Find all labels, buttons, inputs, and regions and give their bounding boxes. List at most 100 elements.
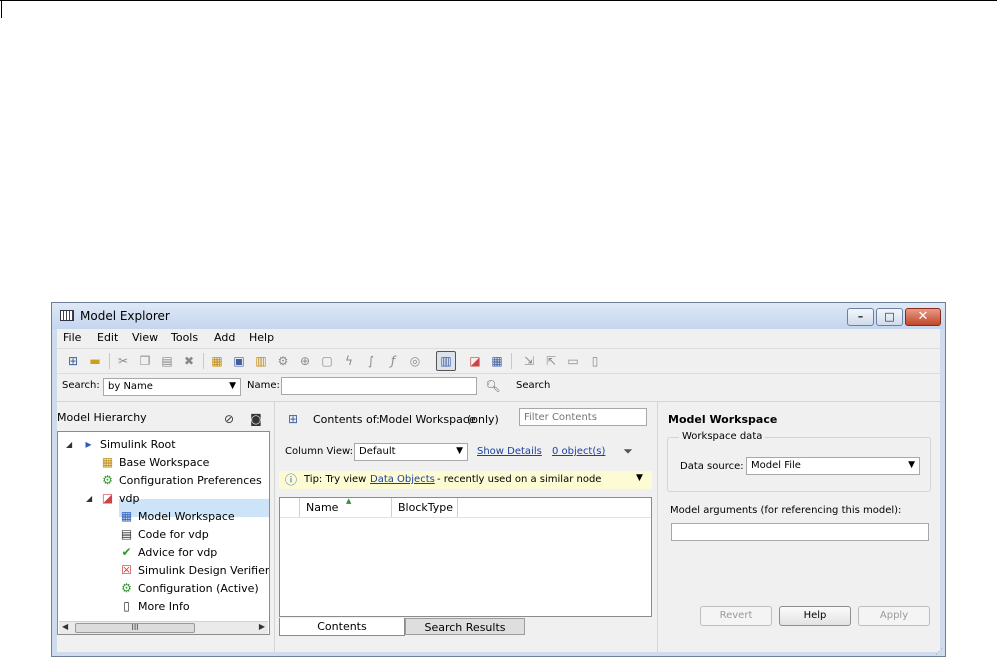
library-icon[interactable]: ▦: [489, 353, 505, 369]
search-by-value: by Name: [108, 381, 153, 392]
binary-icon[interactable]: ▢: [319, 353, 335, 369]
tip-bar: ⓘ Tip: Try view Data Objects - recently …: [279, 471, 652, 489]
dialog-title: Model Workspace: [668, 413, 778, 426]
scroll-thumb[interactable]: III: [75, 623, 195, 633]
tree-item-label: Base Workspace: [119, 456, 210, 469]
object-count-link[interactable]: 0 object(s): [552, 446, 605, 457]
scroll-right-icon[interactable]: ▶: [259, 622, 265, 631]
show-details-link[interactable]: Show Details: [477, 446, 542, 457]
fx-icon[interactable]: ƒ: [385, 353, 401, 369]
search-bar: Search: by Name ▼ Name: 🔍︎ Search: [57, 375, 940, 397]
gear-icon[interactable]: ⚙: [275, 353, 291, 369]
help-button[interactable]: Help: [779, 606, 851, 626]
signal-icon[interactable]: ϟ: [341, 353, 357, 369]
open-icon[interactable]: ▬: [87, 353, 103, 369]
model-icon[interactable]: ◪: [467, 353, 483, 369]
horizontal-scrollbar[interactable]: ◀ III ▶: [59, 621, 268, 634]
title-bar[interactable]: Model Explorer – □ ✕: [52, 303, 945, 329]
target-icon[interactable]: ◎: [407, 353, 423, 369]
menu-edit[interactable]: Edit: [97, 331, 118, 344]
contents-list: Name ▲ BlockType: [279, 497, 652, 617]
workspace-grid-icon: ▦: [101, 455, 114, 469]
link-icon[interactable]: ⊘: [221, 411, 237, 427]
window-title: Model Explorer: [80, 309, 170, 323]
column-header-blank: [280, 498, 300, 517]
tab-contents[interactable]: Contents: [279, 618, 405, 636]
menu-view[interactable]: View: [132, 331, 158, 344]
tip-suffix: - recently used on a similar node: [437, 474, 602, 485]
tip-text: Tip: Try view: [304, 474, 367, 485]
scroll-left-icon[interactable]: ◀: [62, 622, 68, 631]
chevron-down-icon: ▼: [229, 381, 236, 391]
model-arguments-input[interactable]: [671, 523, 929, 541]
workspace-data-title: Workspace data: [679, 431, 766, 442]
advice-check-icon: ✔: [121, 545, 132, 559]
search-label: Search:: [62, 380, 100, 391]
list-header: Name ▲ BlockType: [280, 497, 651, 518]
expand-icon[interactable]: ◢: [86, 494, 92, 503]
fcn-icon[interactable]: ∫: [363, 353, 379, 369]
minimize-button[interactable]: –: [847, 308, 874, 326]
bus-icon[interactable]: ▣: [231, 353, 247, 369]
minimize-icon: –: [857, 310, 864, 323]
maximize-icon: □: [884, 310, 895, 323]
close-button[interactable]: ✕: [905, 308, 941, 326]
menu-bar: File Edit View Tools Add Help: [57, 329, 940, 347]
code-icon: ▤: [120, 527, 133, 541]
hierarchy-icon: ⊞: [288, 412, 299, 426]
mask-icon[interactable]: ◙: [248, 411, 264, 427]
data-source-label: Data source:: [680, 461, 744, 472]
close-icon: ✕: [917, 309, 929, 324]
separator: [57, 401, 940, 402]
data-source-select[interactable]: Model File ▼: [746, 457, 920, 475]
save-icon[interactable]: ▭: [565, 353, 581, 369]
resize-grip-icon[interactable]: ⋰: [935, 647, 943, 656]
model-icon: ◪: [101, 491, 114, 505]
cut-icon[interactable]: ✂: [115, 353, 131, 369]
info-doc-icon: ▯: [123, 599, 130, 613]
sort-arrow-icon: ▲: [346, 497, 352, 505]
tree-icon[interactable]: ▥: [253, 353, 269, 369]
revert-button[interactable]: Revert: [700, 606, 772, 626]
search-by-select[interactable]: by Name ▼: [103, 378, 241, 396]
data-source-value: Model File: [751, 460, 801, 471]
column-view-select[interactable]: Default ▼: [354, 443, 468, 461]
print-icon[interactable]: ▯: [587, 353, 603, 369]
zoom-icon[interactable]: ⊕: [297, 353, 313, 369]
search-button[interactable]: Search: [516, 380, 550, 391]
column-view-icon: ▥: [440, 354, 452, 368]
paste-icon[interactable]: ▤: [159, 353, 175, 369]
model-hierarchy-title: Model Hierarchy: [57, 411, 147, 424]
tree-item-label: Configuration Preferences: [119, 474, 262, 487]
toolbar-separator: [109, 353, 110, 369]
pane-splitter[interactable]: [657, 401, 658, 652]
tab-search-results[interactable]: Search Results: [405, 618, 525, 635]
apply-button[interactable]: Apply: [858, 606, 930, 626]
pane-splitter[interactable]: [274, 401, 275, 652]
import-icon[interactable]: ⇱: [543, 353, 559, 369]
name-input[interactable]: [281, 377, 477, 395]
matrix-icon[interactable]: ▦: [209, 353, 225, 369]
column-view-label: Column View:: [285, 446, 354, 457]
tree-item-label: More Info: [138, 600, 190, 613]
filter-contents-input[interactable]: [519, 408, 647, 426]
client-area: File Edit View Tools Add Help ⊞ ▬ ✂ ❐ ▤ …: [57, 329, 943, 656]
delete-icon[interactable]: ✖: [181, 353, 197, 369]
search-icon[interactable]: 🔍︎: [485, 378, 501, 394]
menu-tools[interactable]: Tools: [171, 331, 198, 344]
tree-item-label: Simulink Design Verifier re: [138, 564, 270, 577]
new-model-icon[interactable]: ⊞: [65, 353, 81, 369]
export-icon[interactable]: ⇲: [521, 353, 537, 369]
expand-icon[interactable]: ◢: [66, 440, 72, 449]
menu-help[interactable]: Help: [249, 331, 274, 344]
menu-file[interactable]: File: [63, 331, 81, 344]
config-gears-icon: ⚙: [102, 473, 113, 487]
column-header-blocktype[interactable]: BlockType: [392, 498, 458, 517]
tip-dropdown-icon[interactable]: ▼: [636, 473, 643, 483]
menu-add[interactable]: Add: [214, 331, 235, 344]
maximize-button[interactable]: □: [876, 308, 903, 326]
simulink-root-icon: ▸: [85, 437, 92, 451]
tip-link[interactable]: Data Objects: [370, 474, 435, 485]
copy-icon[interactable]: ❐: [137, 353, 153, 369]
filter-icon[interactable]: ⏷: [620, 443, 636, 459]
